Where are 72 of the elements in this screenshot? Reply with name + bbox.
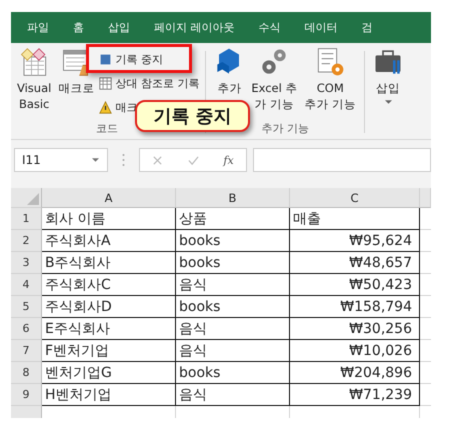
table-cell: 회사 이름 xyxy=(42,208,176,230)
table-cell: 주식회사D xyxy=(42,296,176,318)
table-cell: 매출 xyxy=(290,208,420,230)
ribbon-button[interactable]: Excel 추 가 기능 xyxy=(249,47,300,112)
table-cell: 음식 xyxy=(176,384,290,406)
ribbon-button[interactable]: 매크 xyxy=(99,98,138,117)
ribbon-tab[interactable]: 수식 xyxy=(258,20,280,35)
table-cell: 주식회사C xyxy=(42,274,176,296)
table-cell: 주식회사A xyxy=(42,230,176,252)
table-cell: ₩204,896 xyxy=(290,362,420,384)
table-cell: ₩48,657 xyxy=(290,252,420,274)
group-label: 코드 xyxy=(96,121,118,137)
table-cell: 벤처기업G xyxy=(42,362,176,384)
checklist-gear-icon xyxy=(315,47,346,77)
ribbon-button[interactable]: Visual Basic xyxy=(15,47,54,112)
ribbon-button[interactable]: 기록 중지 xyxy=(99,50,163,69)
callout-tooltip: 기록 중지 xyxy=(135,100,250,132)
group-label: 추가 기능 xyxy=(261,121,309,137)
table-cell: B주식회사 xyxy=(42,252,176,274)
ribbon-button[interactable]: 추가 xyxy=(212,47,246,96)
ribbon-tab[interactable]: 홈 xyxy=(73,20,84,35)
table-cell: 음식 xyxy=(176,274,290,296)
table-cell: ₩95,624 xyxy=(290,230,420,252)
table-cell: 음식 xyxy=(176,340,290,362)
table-cell: ₩30,256 xyxy=(290,318,420,340)
table-cell: ₩71,239 xyxy=(290,384,420,406)
row-header[interactable]: 1 xyxy=(11,208,42,230)
select-all-icon[interactable] xyxy=(27,193,39,205)
stop-square-icon xyxy=(99,53,112,66)
table-cell: ₩10,026 xyxy=(290,340,420,362)
table-cell: F벤처기업 xyxy=(42,340,176,362)
table-cell: ₩50,423 xyxy=(290,274,420,296)
caret-icon xyxy=(384,100,392,104)
row-header[interactable]: 6 xyxy=(11,318,42,340)
grip-icon xyxy=(122,153,125,167)
row-header[interactable]: 5 xyxy=(11,296,42,318)
ribbon-tab[interactable]: 데이터 xyxy=(304,20,338,35)
caret-icon xyxy=(92,158,99,162)
grid-table-icon xyxy=(99,77,112,90)
table-cell: E주식회사 xyxy=(42,318,176,340)
check-icon[interactable] xyxy=(188,154,199,166)
ribbon-tab[interactable]: 검 xyxy=(362,20,372,35)
column-header[interactable]: C xyxy=(290,188,420,208)
ribbon-tab[interactable]: 파일 xyxy=(27,20,49,35)
row-header[interactable]: 8 xyxy=(11,362,42,384)
table-cell: H벤처기업 xyxy=(42,384,176,406)
row-header[interactable]: 7 xyxy=(11,340,42,362)
ribbon-button[interactable]: COM 추가 기능 xyxy=(302,47,358,112)
table-cell: books xyxy=(176,362,290,384)
table-cell: books xyxy=(176,230,290,252)
column-header[interactable] xyxy=(420,188,431,208)
column-header[interactable]: B xyxy=(176,188,290,208)
column-header[interactable]: A xyxy=(42,188,176,208)
row-header[interactable]: 9 xyxy=(11,384,42,406)
ribbon-tab[interactable]: 삽입 xyxy=(108,20,130,35)
table-cell: ₩158,794 xyxy=(290,296,420,318)
table-cell: 음식 xyxy=(176,318,290,340)
table-cell: books xyxy=(176,252,290,274)
table-cell: books xyxy=(176,296,290,318)
table-cell: 상품 xyxy=(176,208,290,230)
cancel-icon[interactable] xyxy=(152,154,164,166)
warning-icon xyxy=(99,101,112,114)
ribbon-button[interactable]: 상대 참조로 기록 xyxy=(99,74,200,93)
ribbon-button[interactable]: 매크로 xyxy=(56,47,96,96)
row-header[interactable]: 4 xyxy=(11,274,42,296)
name-box[interactable]: I11 xyxy=(14,148,108,172)
ribbon-tab[interactable]: 페이지 레이아웃 xyxy=(154,20,234,35)
insert-function-button[interactable]: fx xyxy=(223,154,234,166)
ribbon-button[interactable]: 삽입 xyxy=(371,47,406,104)
formula-input[interactable] xyxy=(253,148,431,172)
row-header[interactable]: 3 xyxy=(11,252,42,274)
row-header[interactable]: 2 xyxy=(11,230,42,252)
